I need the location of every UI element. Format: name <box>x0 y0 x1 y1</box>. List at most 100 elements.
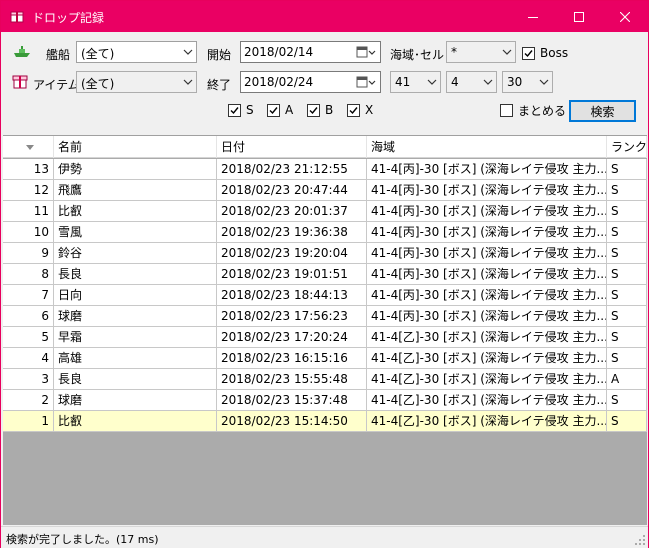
rank-b-checkbox[interactable]: B <box>307 102 333 118</box>
table-row[interactable]: 9 鈴谷 2018/02/23 19:20:04 41-4[丙]-30 [ボス] (深… <box>3 243 647 264</box>
table-row[interactable]: 2 球磨 2018/02/23 15:37:48 41-4[乙]-30 [ボス] (深… <box>3 390 647 411</box>
table-row[interactable]: 3 長良 2018/02/23 15:55:48 41-4[乙]-30 [ボス] (深… <box>3 369 647 390</box>
rank-s-checkbox[interactable]: S <box>228 102 254 118</box>
rank-a-checkbox[interactable]: A <box>267 102 293 118</box>
cell-rank[interactable]: S <box>607 180 647 201</box>
cell-no[interactable]: 8 <box>3 264 54 285</box>
column-header-no[interactable] <box>3 136 54 158</box>
cell-name[interactable]: 球磨 <box>54 390 217 411</box>
cell-no[interactable]: 12 <box>3 180 54 201</box>
cell-date[interactable]: 2018/02/23 15:14:50 <box>217 411 367 432</box>
cell-name[interactable]: 鈴谷 <box>54 243 217 264</box>
column-header-rank[interactable]: ランク <box>607 136 647 158</box>
cell-select[interactable]: 30 <box>502 71 553 93</box>
search-button[interactable]: 検索 <box>569 100 636 122</box>
cell-rank[interactable]: S <box>607 201 647 222</box>
cell-name[interactable]: 早霜 <box>54 327 217 348</box>
cell-no[interactable]: 2 <box>3 390 54 411</box>
cell-no[interactable]: 13 <box>3 159 54 180</box>
boss-checkbox[interactable]: Boss <box>522 45 568 61</box>
cell-no[interactable]: 7 <box>3 285 54 306</box>
cell-area[interactable]: 41-4[乙]-30 [ボス] (深海レイテ侵攻 主力... <box>367 327 607 348</box>
resize-grip-icon[interactable] <box>634 534 646 546</box>
cell-rank[interactable]: S <box>607 390 647 411</box>
cell-rank[interactable]: S <box>607 327 647 348</box>
cell-area[interactable]: 41-4[丙]-30 [ボス] (深海レイテ侵攻 主力... <box>367 159 607 180</box>
boss-checkbox-box[interactable] <box>522 46 535 60</box>
cell-rank[interactable]: S <box>607 306 647 327</box>
cell-date[interactable]: 2018/02/23 19:20:04 <box>217 243 367 264</box>
cell-area[interactable]: 41-4[丙]-30 [ボス] (深海レイテ侵攻 主力... <box>367 243 607 264</box>
cell-date[interactable]: 2018/02/23 15:55:48 <box>217 369 367 390</box>
cell-no[interactable]: 11 <box>3 201 54 222</box>
cell-area[interactable]: 41-4[丙]-30 [ボス] (深海レイテ侵攻 主力... <box>367 201 607 222</box>
ship-select[interactable]: (全て) <box>76 41 197 63</box>
cell-rank[interactable]: S <box>607 222 647 243</box>
table-row[interactable]: 4 高雄 2018/02/23 16:15:16 41-4[乙]-30 [ボス] (深… <box>3 348 647 369</box>
cell-area[interactable]: 41-4[丙]-30 [ボス] (深海レイテ侵攻 主力... <box>367 264 607 285</box>
cell-no[interactable]: 9 <box>3 243 54 264</box>
cell-no[interactable]: 10 <box>3 222 54 243</box>
column-header-date[interactable]: 日付 <box>217 136 367 158</box>
world-select[interactable]: 41 <box>390 71 441 93</box>
cell-rank[interactable]: S <box>607 411 647 432</box>
cell-no[interactable]: 4 <box>3 348 54 369</box>
cell-date[interactable]: 2018/02/23 17:20:24 <box>217 327 367 348</box>
column-header-name[interactable]: 名前 <box>54 136 217 158</box>
cell-area[interactable]: 41-4[丙]-30 [ボス] (深海レイテ侵攻 主力... <box>367 285 607 306</box>
table-row[interactable]: 10 雪風 2018/02/23 19:36:38 41-4[丙]-30 [ボス] (… <box>3 222 647 243</box>
table-row[interactable]: 7 日向 2018/02/23 18:44:13 41-4[丙]-30 [ボス] (深… <box>3 285 647 306</box>
cell-date[interactable]: 2018/02/23 18:44:13 <box>217 285 367 306</box>
cell-name[interactable]: 長良 <box>54 369 217 390</box>
cell-area[interactable]: 41-4[乙]-30 [ボス] (深海レイテ侵攻 主力... <box>367 390 607 411</box>
cell-name[interactable]: 比叡 <box>54 201 217 222</box>
cell-rank[interactable]: S <box>607 264 647 285</box>
merge-checkbox[interactable]: まとめる <box>500 102 566 118</box>
close-button[interactable] <box>602 1 648 32</box>
cell-rank[interactable]: S <box>607 243 647 264</box>
cell-name[interactable]: 球磨 <box>54 306 217 327</box>
cell-date[interactable]: 2018/02/23 19:36:38 <box>217 222 367 243</box>
cell-area[interactable]: 41-4[丙]-30 [ボス] (深海レイテ侵攻 主力... <box>367 306 607 327</box>
cell-area[interactable]: 41-4[乙]-30 [ボス] (深海レイテ侵攻 主力... <box>367 348 607 369</box>
cell-name[interactable]: 高雄 <box>54 348 217 369</box>
table-row[interactable]: 6 球磨 2018/02/23 17:56:23 41-4[丙]-30 [ボス] (深… <box>3 306 647 327</box>
cell-area[interactable]: 41-4[丙]-30 [ボス] (深海レイテ侵攻 主力... <box>367 180 607 201</box>
cell-date[interactable]: 2018/02/23 17:56:23 <box>217 306 367 327</box>
cell-date[interactable]: 2018/02/23 16:15:16 <box>217 348 367 369</box>
table-row[interactable]: 13 伊勢 2018/02/23 21:12:55 41-4[丙]-30 [ボス] (… <box>3 159 647 180</box>
table-row[interactable]: 12 飛鷹 2018/02/23 20:47:44 41-4[丙]-30 [ボス] (… <box>3 180 647 201</box>
cell-area[interactable]: 41-4[乙]-30 [ボス] (深海レイテ侵攻 主力... <box>367 411 607 432</box>
cell-name[interactable]: 雪風 <box>54 222 217 243</box>
rank-x-checkbox[interactable]: X <box>347 102 373 118</box>
cell-area[interactable]: 41-4[丙]-30 [ボス] (深海レイテ侵攻 主力... <box>367 222 607 243</box>
cell-date[interactable]: 2018/02/23 21:12:55 <box>217 159 367 180</box>
map-select[interactable]: 4 <box>446 71 497 93</box>
cell-name[interactable]: 比叡 <box>54 411 217 432</box>
cell-rank[interactable]: S <box>607 348 647 369</box>
table-row[interactable]: 1 比叡 2018/02/23 15:14:50 41-4[乙]-30 [ボス] (深… <box>3 411 647 432</box>
end-date-picker[interactable]: 2018/02/24 <box>240 71 381 93</box>
cell-rank[interactable]: S <box>607 285 647 306</box>
cell-area[interactable]: 41-4[乙]-30 [ボス] (深海レイテ侵攻 主力... <box>367 369 607 390</box>
cell-no[interactable]: 6 <box>3 306 54 327</box>
maximize-button[interactable] <box>556 1 602 32</box>
start-date-picker[interactable]: 2018/02/14 <box>240 41 381 63</box>
minimize-button[interactable] <box>510 1 556 32</box>
column-header-area[interactable]: 海域 <box>367 136 607 158</box>
cell-date[interactable]: 2018/02/23 19:01:51 <box>217 264 367 285</box>
item-select[interactable]: (全て) <box>76 71 197 93</box>
cell-date[interactable]: 2018/02/23 20:47:44 <box>217 180 367 201</box>
table-row[interactable]: 8 長良 2018/02/23 19:01:51 41-4[丙]-30 [ボス] (深… <box>3 264 647 285</box>
cell-date[interactable]: 2018/02/23 20:01:37 <box>217 201 367 222</box>
cell-name[interactable]: 飛鷹 <box>54 180 217 201</box>
results-grid[interactable]: 名前 日付 海域 ランク 13 伊勢 2018/02/23 21:12:55 41-4… <box>3 135 647 525</box>
cell-rank[interactable]: A <box>607 369 647 390</box>
cell-name[interactable]: 伊勢 <box>54 159 217 180</box>
cell-no[interactable]: 5 <box>3 327 54 348</box>
cell-date[interactable]: 2018/02/23 15:37:48 <box>217 390 367 411</box>
area-select[interactable]: * <box>446 41 516 63</box>
cell-name[interactable]: 日向 <box>54 285 217 306</box>
table-row[interactable]: 11 比叡 2018/02/23 20:01:37 41-4[丙]-30 [ボス] (… <box>3 201 647 222</box>
table-row[interactable]: 5 早霜 2018/02/23 17:20:24 41-4[乙]-30 [ボス] (深… <box>3 327 647 348</box>
